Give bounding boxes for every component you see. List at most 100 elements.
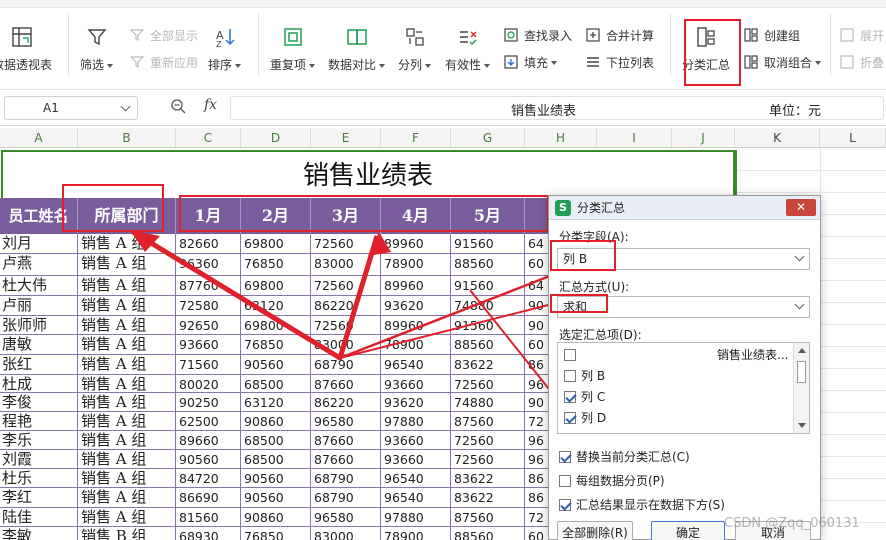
table-cell[interactable]: 72560 (311, 276, 381, 296)
filter-button[interactable]: 筛选 (80, 24, 113, 73)
fx-icon[interactable]: fx (204, 97, 217, 113)
table-cell[interactable]: 63120 (241, 296, 311, 316)
table-cell[interactable]: 96360 (176, 254, 241, 276)
table-cell[interactable]: 刘霞 (0, 450, 78, 469)
table-cell[interactable]: 李俊 (0, 393, 78, 412)
create-group-button[interactable]: 创建组 (742, 26, 800, 44)
table-cell[interactable]: 93620 (381, 393, 451, 412)
table-cell[interactable]: 87560 (451, 412, 525, 431)
reapply-button[interactable]: 重新应用 (128, 53, 198, 71)
item-checkbox[interactable] (564, 412, 576, 424)
table-cell[interactable]: 72580 (176, 296, 241, 316)
table-cell[interactable]: 销售 A 组 (78, 431, 176, 450)
table-cell[interactable]: 87660 (311, 375, 381, 393)
list-item[interactable]: 列 B (564, 366, 605, 386)
item-checkbox[interactable] (564, 349, 576, 361)
table-cell[interactable]: 69800 (241, 276, 311, 296)
duplicates-button[interactable]: 重复项 (270, 24, 315, 73)
table-cell[interactable]: 刘月 (0, 234, 78, 254)
table-cell[interactable]: 96580 (311, 508, 381, 527)
chevron-down-icon[interactable] (794, 251, 805, 262)
table-cell[interactable]: 89960 (381, 316, 451, 335)
table-cell[interactable]: 68930 (176, 527, 241, 540)
table-cell[interactable]: 78900 (381, 335, 451, 355)
table-cell[interactable]: 93660 (381, 450, 451, 469)
table-cell[interactable]: 销售 A 组 (78, 488, 176, 508)
list-scrollbar[interactable] (793, 343, 809, 433)
ungroup-button[interactable]: 取消组合 (742, 53, 821, 71)
sort-button[interactable]: AZ 排序 (208, 24, 241, 73)
column-header-k[interactable]: K (735, 128, 820, 148)
table-cell[interactable]: 87560 (451, 508, 525, 527)
table-cell[interactable]: 销售 A 组 (78, 469, 176, 488)
column-header-i[interactable]: I (597, 128, 672, 148)
table-cell[interactable]: 96540 (381, 469, 451, 488)
table-cell[interactable]: 82660 (176, 234, 241, 254)
table-cell[interactable]: 89660 (176, 431, 241, 450)
table-cell[interactable]: 92650 (176, 316, 241, 335)
scroll-up-icon[interactable] (798, 348, 806, 353)
table-cell[interactable]: 63120 (241, 393, 311, 412)
summary-items-list[interactable]: 销售业绩表... 列 B 列 C 列 D 列 E (557, 342, 810, 434)
column-header-f[interactable]: F (381, 128, 451, 148)
table-cell[interactable]: 销售 B 组 (78, 527, 176, 540)
table-cell[interactable]: 90560 (241, 355, 311, 375)
table-cell[interactable]: 72560 (451, 375, 525, 393)
table-cell[interactable]: 90560 (241, 488, 311, 508)
table-cell[interactable]: 86220 (311, 296, 381, 316)
table-cell[interactable]: 83622 (451, 469, 525, 488)
table-cell[interactable]: 89960 (381, 276, 451, 296)
table-cell[interactable]: 87760 (176, 276, 241, 296)
table-cell[interactable]: 78900 (381, 527, 451, 540)
table-cell[interactable]: 68500 (241, 450, 311, 469)
table-cell[interactable]: 销售 A 组 (78, 508, 176, 527)
collapse-button[interactable]: 折叠 (838, 53, 884, 71)
table-cell[interactable]: 69800 (241, 234, 311, 254)
formula-input[interactable]: 销售业绩表 单位：元 (230, 96, 884, 120)
table-cell[interactable]: 88560 (451, 335, 525, 355)
table-cell[interactable]: 81560 (176, 508, 241, 527)
table-cell[interactable]: 90860 (241, 508, 311, 527)
remove-all-button[interactable]: 全部删除(R) (557, 521, 633, 540)
table-cell[interactable]: 88560 (451, 254, 525, 276)
table-cell[interactable]: 销售 A 组 (78, 450, 176, 469)
table-cell[interactable]: 销售 A 组 (78, 393, 176, 412)
table-cell[interactable]: 销售 A 组 (78, 335, 176, 355)
table-cell[interactable]: 91560 (451, 234, 525, 254)
name-box[interactable]: A1 (4, 96, 138, 120)
table-cell[interactable]: 74880 (451, 393, 525, 412)
table-cell[interactable]: 90250 (176, 393, 241, 412)
summary-below-checkbox[interactable] (559, 498, 571, 511)
lookup-entry-button[interactable]: 查找录入 (502, 26, 572, 44)
replace-subtotals-checkbox[interactable] (559, 450, 571, 463)
table-cell[interactable]: 90560 (176, 450, 241, 469)
table-cell[interactable]: 83000 (311, 335, 381, 355)
table-cell[interactable]: 76850 (241, 527, 311, 540)
chevron-down-icon[interactable] (794, 299, 805, 310)
column-header-a[interactable]: A (0, 128, 78, 148)
table-cell[interactable]: 76850 (241, 335, 311, 355)
table-cell[interactable]: 83622 (451, 355, 525, 375)
table-cell[interactable]: 87660 (311, 450, 381, 469)
table-cell[interactable]: 96580 (311, 412, 381, 431)
table-cell[interactable]: 84720 (176, 469, 241, 488)
column-header-g[interactable]: G (451, 128, 525, 148)
table-cell[interactable]: 68500 (241, 375, 311, 393)
table-cell[interactable]: 87660 (311, 431, 381, 450)
table-cell[interactable]: 90860 (241, 412, 311, 431)
table-cell[interactable]: 74880 (451, 296, 525, 316)
table-cell[interactable]: 李红 (0, 488, 78, 508)
table-cell[interactable]: 86690 (176, 488, 241, 508)
split-column-button[interactable]: 分列 (398, 24, 431, 73)
table-cell[interactable]: 76850 (241, 254, 311, 276)
table-cell[interactable]: 72560 (451, 450, 525, 469)
table-cell[interactable]: 72560 (311, 234, 381, 254)
replace-subtotals-option[interactable]: 替换当前分类汇总(C) (559, 448, 690, 465)
item-checkbox[interactable] (564, 433, 576, 434)
pivot-table-button[interactable]: 数据透视表 (0, 24, 52, 73)
table-cell[interactable]: 93660 (381, 431, 451, 450)
table-cell[interactable]: 89960 (381, 234, 451, 254)
table-cell[interactable]: 91560 (451, 316, 525, 335)
chevron-down-icon[interactable] (120, 101, 131, 112)
table-cell[interactable]: 销售 A 组 (78, 234, 176, 254)
